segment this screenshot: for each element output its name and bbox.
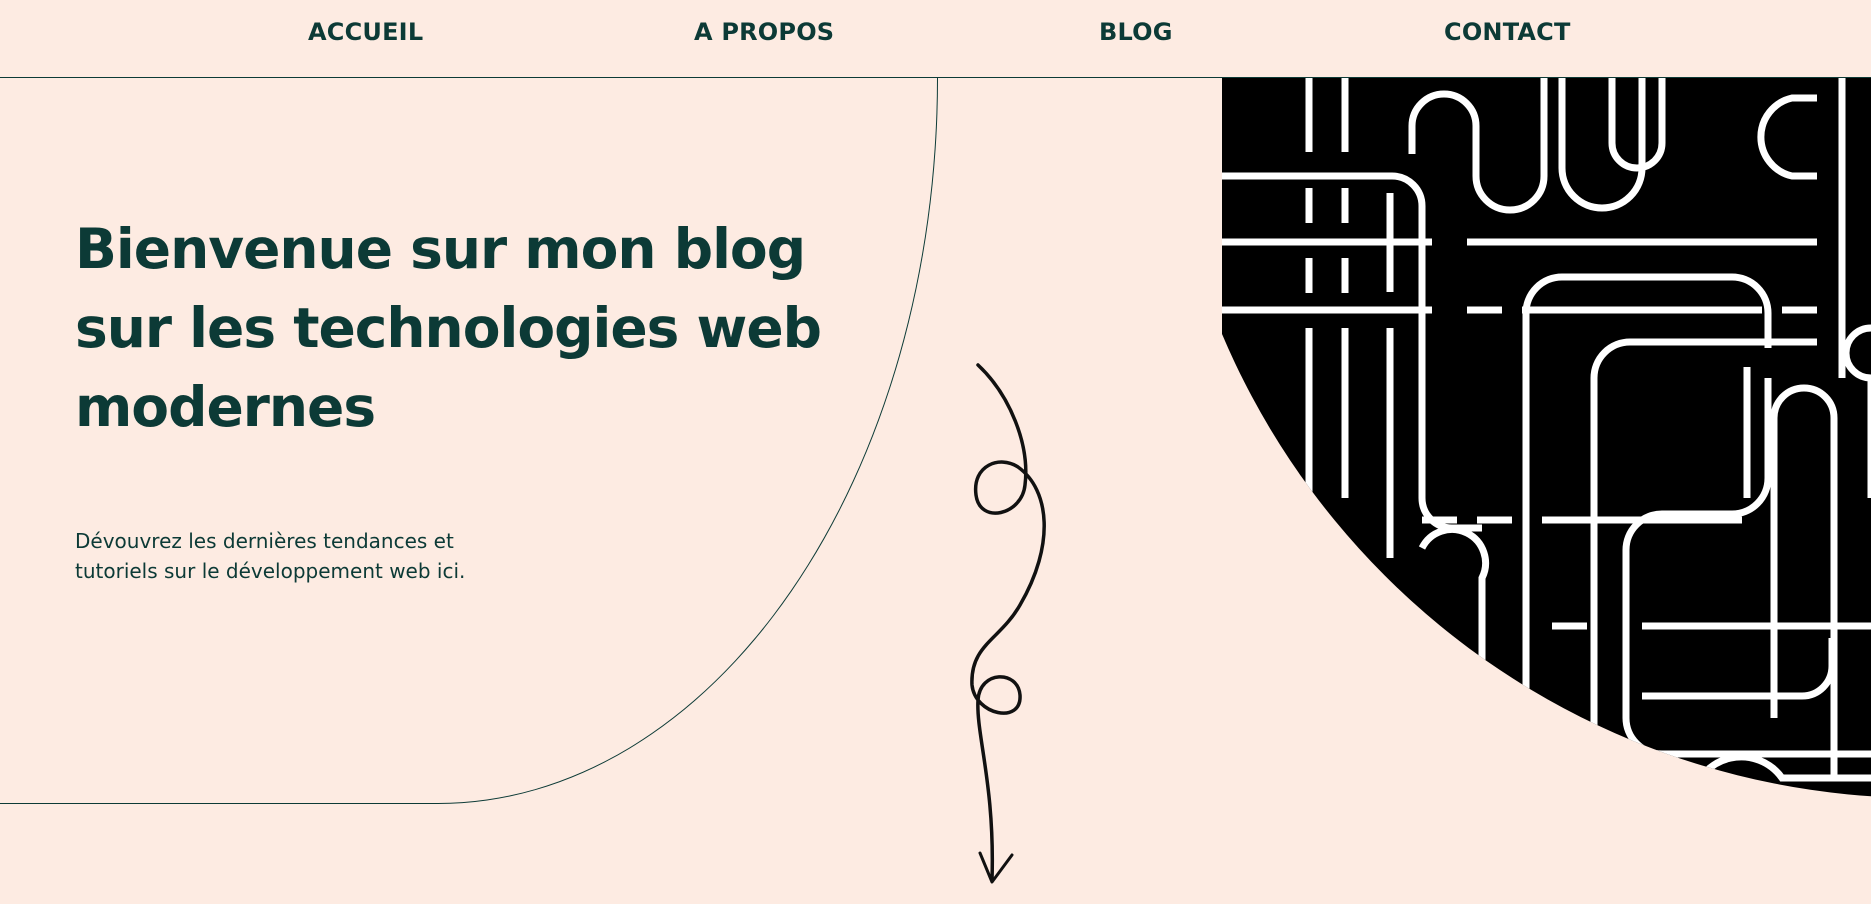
- nav-link-accueil[interactable]: ACCUEIL: [308, 18, 423, 46]
- nav-link-a-propos[interactable]: A PROPOS: [694, 18, 834, 46]
- main-nav: ACCUEIL A PROPOS BLOG CONTACT: [0, 0, 1871, 78]
- circuit-pattern-illustration: [1222, 78, 1871, 798]
- nav-link-contact[interactable]: CONTACT: [1444, 18, 1571, 46]
- nav-link-blog[interactable]: BLOG: [1099, 18, 1173, 46]
- loop-arrow-icon: [970, 363, 1046, 884]
- hero-title: Bienvenue sur mon blog sur les technolog…: [75, 217, 822, 439]
- hero-subtitle: Dévouvrez les dernières tendances et tut…: [75, 529, 466, 583]
- page: ACCUEIL A PROPOS BLOG CONTACT Bienvenue …: [0, 0, 1871, 904]
